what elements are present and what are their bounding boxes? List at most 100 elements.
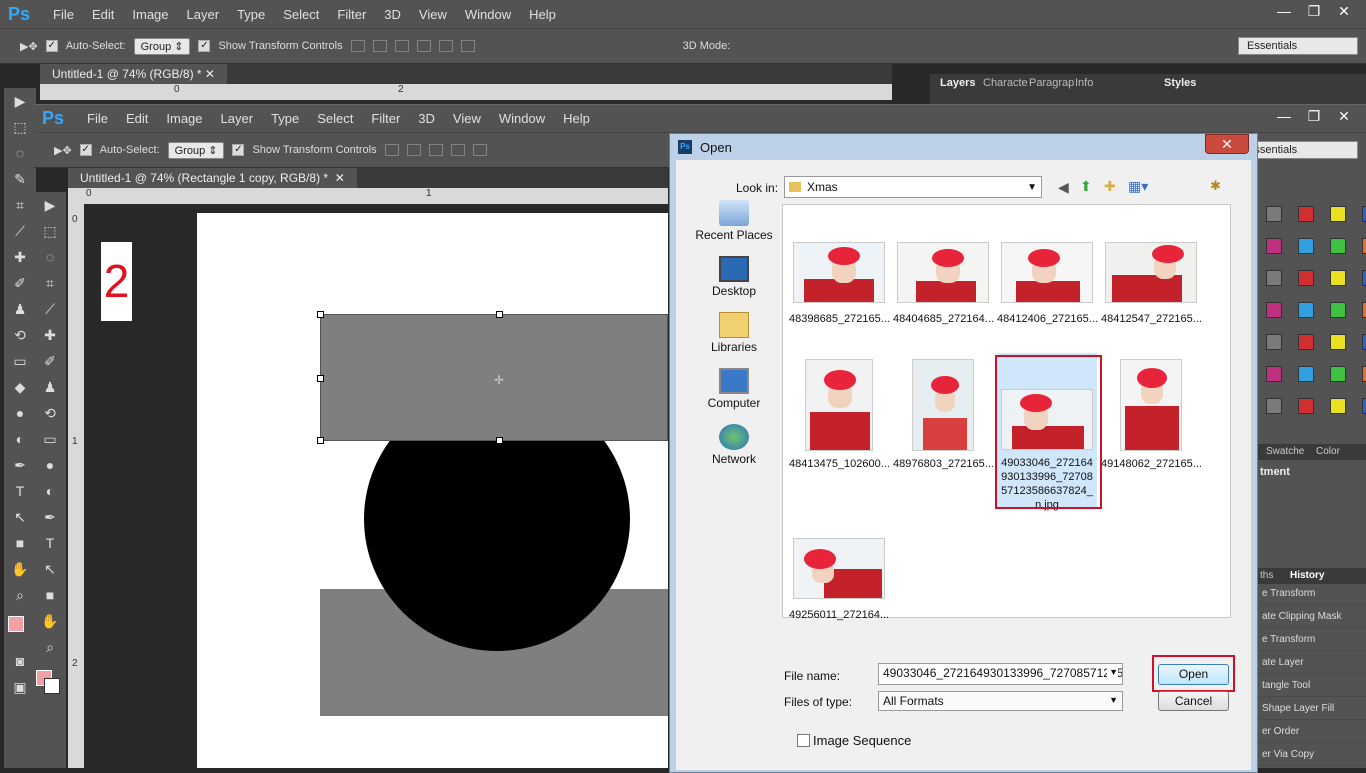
move-tool-icon[interactable]: ▶ [34,192,66,218]
history-item[interactable]: ate Clipping Mask [1258,605,1366,628]
tab-info[interactable]: Info [1075,77,1093,89]
style-swatch[interactable] [1362,302,1366,318]
files-of-type-select[interactable]: All Formats ▼ [878,691,1123,711]
eyedropper-icon[interactable]: ⟋ [4,218,36,244]
show-transform-checkbox[interactable]: ✓ [232,144,245,156]
style-swatch[interactable] [1266,270,1282,286]
style-swatch[interactable] [1266,334,1282,350]
auto-select-checkbox[interactable]: ✓ [45,40,58,52]
cancel-button[interactable]: Cancel [1158,691,1229,711]
style-swatch[interactable] [1362,398,1366,414]
hand-tool-icon[interactable]: ✋ [34,608,66,634]
marquee-tool-icon[interactable]: ⬚ [34,218,66,244]
history-item[interactable]: er Via Copy [1258,743,1366,766]
heal-tool-icon[interactable]: ✚ [34,322,66,348]
minimize-icon[interactable]: — [1274,3,1294,20]
menu-item-select[interactable]: Select [274,7,328,22]
style-swatch[interactable] [1298,366,1314,382]
align-icon[interactable] [394,40,409,52]
transform-handle[interactable] [496,437,503,444]
history-item[interactable]: Shape Layer Fill [1258,697,1366,720]
path-select-icon[interactable]: ↖ [34,556,66,582]
zoom-tool-icon[interactable]: ⌕ [34,634,66,660]
style-swatch[interactable] [1298,398,1314,414]
tab-layers[interactable]: Layers [940,77,975,89]
document-canvas[interactable]: ✛ [197,213,668,768]
place-computer[interactable]: Computer [686,368,782,410]
brush-tool-icon[interactable]: ✐ [4,270,36,296]
history-item[interactable]: ate Layer [1258,651,1366,674]
close-icon[interactable]: ✕ [1334,108,1354,125]
style-swatch[interactable] [1266,302,1282,318]
menu-item-window[interactable]: Window [490,111,554,126]
file-item[interactable]: 48976803_272165... [893,359,994,470]
history-item[interactable]: e Transform [1258,628,1366,651]
align-icon[interactable] [372,40,387,52]
menu-item-filter[interactable]: Filter [362,111,409,126]
style-swatch[interactable] [1330,398,1346,414]
tab-paths[interactable]: ths [1260,570,1273,581]
look-in-select[interactable]: Xmas ▼ [784,176,1042,198]
crop-tool-icon[interactable]: ⌗ [34,270,66,296]
align-icon[interactable] [472,144,487,156]
color-swatches[interactable] [34,660,66,700]
dodge-icon[interactable]: ◐ [34,478,66,504]
front-doc-tab[interactable]: Untitled-1 @ 74% (Rectangle 1 copy, RGB/… [68,168,357,188]
shape-tool-icon[interactable]: ■ [34,582,66,608]
place-desktop[interactable]: Desktop [686,256,782,298]
menu-item-type[interactable]: Type [262,111,308,126]
file-item[interactable]: 48398685_272165... [789,242,890,325]
menu-item-layer[interactable]: Layer [178,7,229,22]
back-icon[interactable]: ◀ [1058,179,1069,196]
menu-item-filter[interactable]: Filter [328,7,375,22]
file-item[interactable]: 49148062_272165... [1101,359,1202,470]
view-menu-icon[interactable]: ▦▾ [1128,178,1148,195]
style-swatch[interactable] [1298,302,1314,318]
menu-item-view[interactable]: View [444,111,490,126]
place-recent[interactable]: Recent Places [686,200,782,242]
auto-select-checkbox[interactable]: ✓ [79,144,92,156]
style-swatch[interactable] [1330,206,1346,222]
history-item[interactable]: er Order [1258,720,1366,743]
menu-item-window[interactable]: Window [456,7,520,22]
image-sequence-checkbox[interactable] [797,734,810,747]
menu-item-edit[interactable]: Edit [117,111,157,126]
tab-paragraph[interactable]: Paragrap [1029,77,1074,89]
style-swatch[interactable] [1362,270,1366,286]
style-swatch[interactable] [1298,334,1314,350]
lasso-tool-icon[interactable]: ◌ [4,140,36,166]
style-swatch[interactable] [1266,206,1282,222]
file-name-input[interactable]: 49033046_272164930133996_727085712358 ▼ [878,663,1123,685]
align-icon[interactable] [350,40,365,52]
align-icon[interactable] [450,144,465,156]
align-icon[interactable] [416,40,431,52]
pen-tool-icon[interactable]: ✒ [34,504,66,530]
zoom-tool-icon[interactable]: ⌕ [4,582,36,608]
transform-handle[interactable] [317,375,324,382]
show-transform-checkbox[interactable]: ✓ [198,40,211,52]
pen-tool-icon[interactable]: ✒ [4,452,36,478]
align-icon[interactable] [406,144,421,156]
align-icon[interactable] [428,144,443,156]
heal-tool-icon[interactable]: ✚ [4,244,36,270]
tab-history[interactable]: History [1290,570,1324,581]
tab-character[interactable]: Characte [983,77,1028,89]
quick-mask-icon[interactable]: ◙ [4,648,36,674]
menu-item-layer[interactable]: Layer [212,111,263,126]
menu-item-file[interactable]: File [44,7,83,22]
group-select[interactable]: Group ⇕ [167,141,225,159]
transform-handle[interactable] [496,311,503,318]
foreground-color[interactable] [8,616,24,632]
blur-icon[interactable]: ● [4,400,36,426]
menu-item-image[interactable]: Image [157,111,211,126]
align-icon[interactable] [438,40,453,52]
quick-select-icon[interactable]: ✎ [4,166,36,192]
file-item[interactable]: 48412406_272165... [997,242,1098,325]
place-libraries[interactable]: Libraries [686,312,782,354]
type-tool-icon[interactable]: T [4,478,36,504]
workspace-select[interactable]: Essentials [1238,37,1358,55]
screen-mode-icon[interactable]: ▣ [4,674,36,700]
menu-item-type[interactable]: Type [228,7,274,22]
style-swatch[interactable] [1330,366,1346,382]
style-swatch[interactable] [1266,398,1282,414]
